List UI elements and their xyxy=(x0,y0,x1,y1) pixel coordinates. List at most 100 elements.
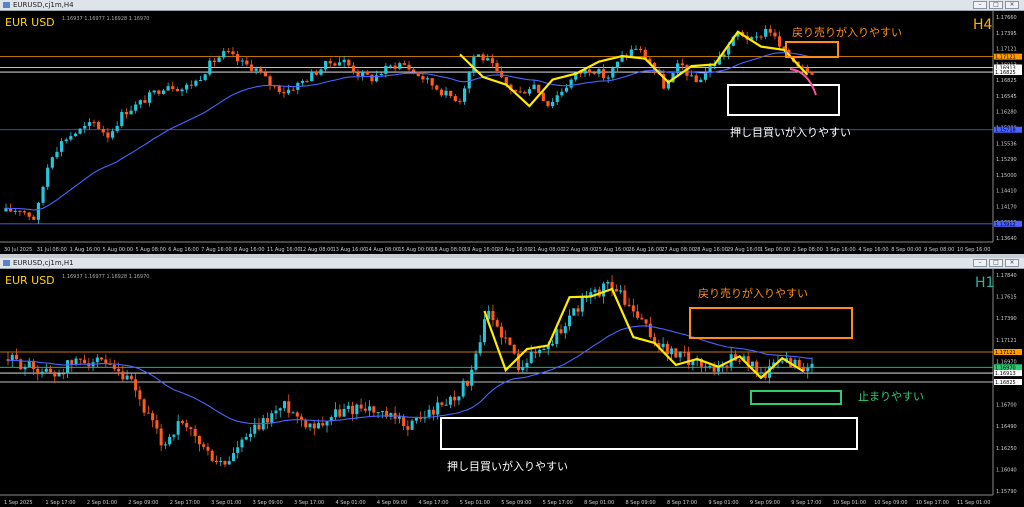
time-tick-label: 9 Sep 08:00 xyxy=(924,247,954,253)
price-tick-label: 1.13640 xyxy=(996,236,1017,242)
price-tick-label: 1.17660 xyxy=(996,15,1017,21)
candle-body xyxy=(504,337,508,339)
candle-body xyxy=(402,63,406,65)
price-tick-label: 1.15290 xyxy=(996,157,1017,163)
minimize-button[interactable]: – xyxy=(973,1,987,9)
candle-body xyxy=(372,406,376,413)
candle-body xyxy=(750,361,754,367)
chart-window-h4: EURUSD,cj1m,H4 – □ × 1.16937 1.16977 1.1… xyxy=(0,0,1024,254)
window-titlebar-h4[interactable]: EURUSD,cj1m,H4 – □ × xyxy=(0,0,1024,11)
candle-body xyxy=(27,212,31,217)
candle-body xyxy=(73,133,78,137)
candle-body xyxy=(402,416,406,427)
maximize-button[interactable]: □ xyxy=(989,259,1003,267)
time-tick-label: 12 Aug 08:00 xyxy=(300,247,334,253)
candle-body xyxy=(725,365,729,367)
candle-body xyxy=(615,61,620,69)
candle-body xyxy=(351,65,356,73)
time-tick-label: 22 Aug 08:00 xyxy=(563,247,597,253)
time-tick-label: 3 Sep 16:00 xyxy=(826,247,856,253)
candle-body xyxy=(240,60,244,62)
candle-body xyxy=(180,89,184,92)
candle-body xyxy=(611,68,615,78)
time-tick-label: 1 Sep 2025 xyxy=(4,500,33,506)
price-tick-label: 1.17121 xyxy=(996,338,1017,344)
candle-body xyxy=(773,32,777,37)
candle-body xyxy=(97,122,101,129)
time-tick-label: 9 Sep 01:00 xyxy=(708,500,738,506)
price-level-tag-text: 1.13912 xyxy=(995,222,1016,228)
candle-body xyxy=(95,357,99,363)
price-level-tag-text: 1.16825 xyxy=(995,70,1016,76)
close-button[interactable]: × xyxy=(1005,1,1019,9)
price-level-tag-text: 1.17121 xyxy=(995,55,1016,61)
price-tick-label: 1.16040 xyxy=(996,467,1017,473)
candle-body xyxy=(678,352,682,358)
price-tick-label: 1.17615 xyxy=(996,295,1017,301)
candle-body xyxy=(546,101,550,107)
candle-body xyxy=(694,75,698,83)
candle-body xyxy=(59,141,64,152)
candle-body xyxy=(197,436,201,445)
close-button[interactable]: × xyxy=(1005,259,1019,267)
time-tick-label: 8 Sep 01:00 xyxy=(584,500,614,506)
chart-window-icon xyxy=(3,260,10,266)
minimize-button[interactable]: – xyxy=(973,259,987,267)
candle-body xyxy=(223,460,227,465)
candle-body xyxy=(797,359,801,367)
time-tick-label: 10 Sep 01:00 xyxy=(833,500,866,506)
candle-body xyxy=(410,420,414,430)
time-tick-label: 30 Jul 2025 xyxy=(4,247,32,253)
candle-body xyxy=(120,112,124,126)
candle-body xyxy=(263,72,268,77)
price-level-tag-text: 1.15718 xyxy=(995,128,1016,134)
candle-body xyxy=(406,426,410,430)
price-tick-label: 1.15000 xyxy=(996,173,1017,179)
candle-body xyxy=(317,423,321,429)
maximize-button[interactable]: □ xyxy=(989,1,1003,9)
candle-body xyxy=(18,210,22,212)
chart-plot-h4[interactable]: 1.16937 1.16977 1.16928 1.16970 EUR USD H4… xyxy=(0,11,1024,254)
price-tick-label: 1.14410 xyxy=(996,189,1017,195)
candle-body xyxy=(478,342,482,354)
candle-body xyxy=(777,36,782,47)
candle-body xyxy=(212,60,217,63)
chart-plot-h1[interactable]: 1.16937 1.16977 1.16928 1.16970 EUR USD H1… xyxy=(0,269,1024,507)
window-titlebar-h1[interactable]: EURUSD,cj1m,H1 – □ × xyxy=(0,258,1024,269)
candle-body xyxy=(36,202,41,220)
candle-body xyxy=(644,319,648,324)
candle-body xyxy=(563,326,567,334)
time-tick-label: 2 Sep 08:00 xyxy=(793,247,823,253)
candle-body xyxy=(533,351,537,354)
candle-body xyxy=(665,343,669,355)
candle-body xyxy=(393,65,397,69)
candle-body xyxy=(592,72,596,74)
candle-body xyxy=(115,125,119,132)
price-tick-label: 1.15536 xyxy=(996,141,1017,147)
candle-body xyxy=(365,71,369,75)
candle-body xyxy=(805,68,809,72)
candle-body xyxy=(636,311,640,318)
window-title-h4: EURUSD,cj1m,H4 xyxy=(13,1,74,9)
candle-body xyxy=(453,96,457,101)
candle-body xyxy=(321,423,325,426)
candle-body xyxy=(265,418,269,423)
candle-body xyxy=(338,409,342,417)
candle-body xyxy=(176,421,180,435)
candle-body xyxy=(274,410,278,414)
candle-body xyxy=(580,297,584,312)
candle-body xyxy=(370,74,374,82)
candle-body xyxy=(532,84,536,90)
candle-body xyxy=(124,112,129,115)
candle-body xyxy=(768,28,772,33)
candle-body xyxy=(101,128,105,133)
time-tick-label: 1 Aug 16:00 xyxy=(70,247,101,253)
time-tick-label: 1 Sep 00:00 xyxy=(760,247,790,253)
candle-body xyxy=(555,95,559,102)
candle-body xyxy=(380,410,384,413)
candle-body xyxy=(444,404,448,406)
candle-body xyxy=(240,439,244,448)
candle-body xyxy=(185,422,189,428)
candle-body xyxy=(23,367,27,370)
candle-body xyxy=(648,323,652,338)
